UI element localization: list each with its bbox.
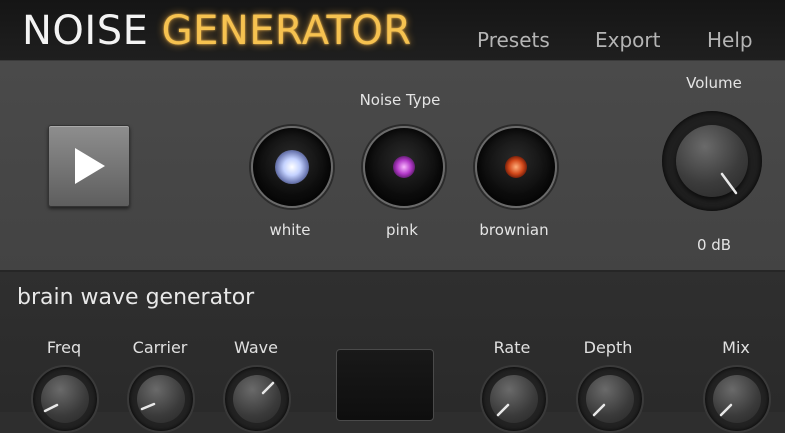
wave-label: Wave xyxy=(234,338,278,357)
menu-presets[interactable]: Presets xyxy=(477,26,550,54)
noise-pink-label: pink xyxy=(386,221,418,239)
carrier-knob[interactable] xyxy=(127,365,195,433)
wave-knob[interactable] xyxy=(223,365,291,433)
app-title: NOISE GENERATOR xyxy=(22,6,412,56)
rate-label: Rate xyxy=(493,338,531,357)
app-title-noise: NOISE xyxy=(22,8,149,54)
volume-knob[interactable] xyxy=(662,111,762,211)
volume-knob-indicator xyxy=(720,172,738,195)
mix-label: Mix xyxy=(722,338,750,357)
menu-export[interactable]: Export xyxy=(595,26,660,54)
noise-type-label: Noise Type xyxy=(359,91,441,109)
wave-knob-indicator xyxy=(261,381,275,395)
app-title-generator: GENERATOR xyxy=(161,8,412,54)
pink-noise-indicator xyxy=(393,156,415,178)
mix-knob[interactable] xyxy=(703,365,771,433)
carrier-knob-indicator xyxy=(140,402,156,411)
rate-knob-indicator xyxy=(496,403,510,417)
depth-knob[interactable] xyxy=(576,365,644,433)
freq-knob[interactable] xyxy=(31,365,99,433)
freq-label: Freq xyxy=(46,338,82,357)
freq-knob-indicator xyxy=(43,403,59,413)
depth-knob-indicator xyxy=(592,403,606,417)
volume-value: 0 dB xyxy=(696,236,732,254)
waveform-pad[interactable] xyxy=(336,349,434,421)
app-header: NOISE GENERATOR Presets Export Help xyxy=(0,0,785,61)
rate-knob[interactable] xyxy=(480,365,548,433)
brownian-noise-indicator xyxy=(505,156,527,178)
brain-wave-title: brain wave generator xyxy=(17,285,255,310)
volume-label: Volume xyxy=(686,74,742,92)
noise-brownian-label: brownian xyxy=(479,221,549,239)
noise-white-button[interactable] xyxy=(251,126,333,208)
noise-white-label: white xyxy=(269,221,311,239)
carrier-label: Carrier xyxy=(132,338,188,357)
menu-help[interactable]: Help xyxy=(707,26,753,54)
play-button[interactable] xyxy=(48,125,130,207)
play-icon xyxy=(75,148,105,184)
noise-brownian-button[interactable] xyxy=(475,126,557,208)
mix-knob-indicator xyxy=(719,403,733,417)
depth-label: Depth xyxy=(583,338,633,357)
white-noise-indicator xyxy=(275,150,309,184)
noise-pink-button[interactable] xyxy=(363,126,445,208)
